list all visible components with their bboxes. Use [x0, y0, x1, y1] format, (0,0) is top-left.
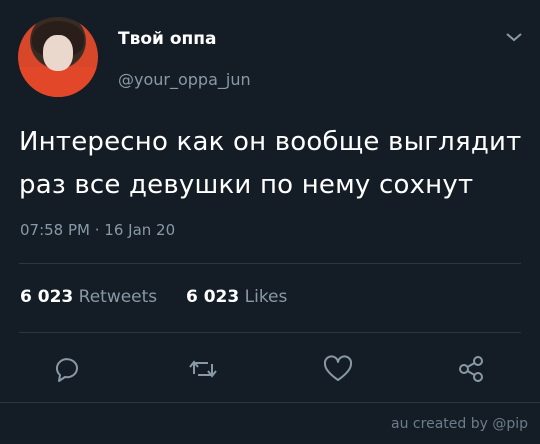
watermark: au created by @pip [391, 416, 528, 432]
tweet-timestamp[interactable]: 07:58 PM · 16 Jan 20 [20, 221, 175, 239]
divider-bottom [0, 402, 540, 403]
share-icon[interactable] [456, 354, 486, 384]
likes-count[interactable]: 6 023 [186, 287, 239, 307]
tweet-stats: 6 023 Retweets 6 023 Likes [20, 287, 287, 307]
tweet-text-line-1: Интересно как он вообще выглядит [19, 127, 522, 157]
avatar-shirt [18, 67, 98, 97]
tweet-text-line-2: раз все девушки по нему сохнут [19, 170, 474, 200]
retweet-icon[interactable] [188, 354, 218, 384]
display-name[interactable]: Твой оппа [118, 29, 217, 49]
like-icon[interactable] [323, 354, 353, 384]
tweet-text: Интересно как он вообще выглядит раз все… [19, 121, 524, 207]
chevron-down-icon[interactable] [505, 31, 523, 43]
retweets-count[interactable]: 6 023 [20, 287, 73, 307]
avatar-face [43, 35, 73, 71]
divider-top [19, 263, 521, 264]
reply-icon[interactable] [52, 354, 82, 384]
divider-middle [19, 332, 521, 333]
retweets-label[interactable]: Retweets [79, 287, 158, 307]
likes-label[interactable]: Likes [245, 287, 288, 307]
avatar[interactable] [18, 17, 98, 97]
user-handle[interactable]: @your_oppa_jun [118, 70, 251, 89]
